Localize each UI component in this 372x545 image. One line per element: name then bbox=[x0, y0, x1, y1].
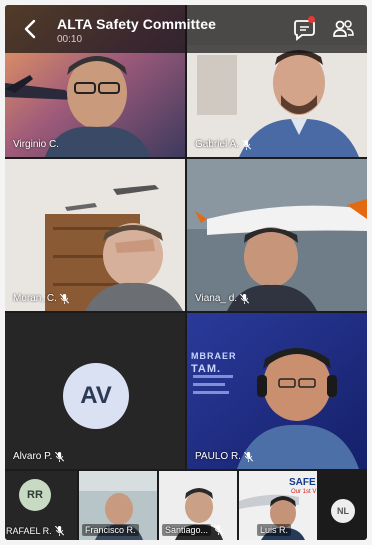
strip-tile-santiago[interactable]: Santiago... bbox=[159, 471, 237, 540]
participant-name-tag: Francisco R. bbox=[82, 524, 139, 536]
participant-name: Gabriel A. bbox=[195, 139, 239, 150]
participant-tile-paulo[interactable]: MBRAER TAM. PAULO R. bbox=[187, 313, 367, 469]
people-icon bbox=[333, 20, 354, 37]
avatar-initials: AV bbox=[80, 382, 112, 409]
meeting-header: ALTA Safety Committee 00:10 bbox=[5, 5, 367, 53]
participant-name-tag: Alvaro P. bbox=[13, 451, 65, 462]
overflow-participant-avatar[interactable]: NL bbox=[331, 499, 355, 523]
video-feed bbox=[187, 159, 367, 311]
notification-dot bbox=[308, 16, 315, 23]
participant-name: Santiago... bbox=[162, 524, 212, 536]
participant-tile-viana[interactable]: Viana_ d. bbox=[187, 159, 367, 311]
participant-tile-moran[interactable]: Moran, C. bbox=[5, 159, 185, 311]
participant-name-tag: Viana_ d. bbox=[195, 293, 250, 304]
video-feed bbox=[187, 313, 367, 469]
participant-name-tag: Gabriel A. bbox=[195, 139, 251, 150]
muted-mic-icon bbox=[214, 525, 224, 535]
participant-name: Francisco R. bbox=[82, 524, 139, 536]
participant-avatar: AV bbox=[63, 363, 129, 429]
strip-tile-francisco[interactable]: Francisco R. bbox=[79, 471, 157, 540]
participant-name-tag: RAFAEL R. bbox=[6, 526, 64, 536]
participant-tile-alvaro[interactable]: AV Alvaro P. bbox=[5, 313, 185, 469]
participant-name: Alvaro P. bbox=[13, 451, 53, 462]
participant-name: RAFAEL R. bbox=[6, 526, 52, 536]
participants-button[interactable] bbox=[331, 17, 357, 41]
participant-name: PAULO R. bbox=[195, 451, 241, 462]
muted-mic-icon bbox=[240, 293, 250, 304]
background-logo-text: SAFE bbox=[289, 477, 316, 488]
participant-name-tag: PAULO R. bbox=[195, 451, 253, 462]
participant-name-tag: Luis R. bbox=[257, 524, 292, 536]
participant-name: Viana_ d. bbox=[195, 293, 238, 304]
participant-name-tag: Virginio C. bbox=[13, 139, 59, 150]
strip-tile-luis[interactable]: SAFE Our 1st V Luis R. bbox=[239, 471, 317, 540]
participant-avatar: RR bbox=[19, 479, 51, 511]
muted-mic-icon bbox=[59, 293, 69, 304]
muted-mic-icon bbox=[241, 139, 251, 150]
participant-name: Luis R. bbox=[257, 524, 292, 536]
strip-tile-rafael[interactable]: RR RAFAEL R. bbox=[5, 471, 77, 540]
meeting-timer: 00:10 bbox=[57, 34, 83, 45]
back-button[interactable] bbox=[19, 17, 43, 41]
background-logo-text: MBRAER bbox=[191, 351, 237, 361]
background-logo-text: Our 1st V bbox=[291, 489, 317, 495]
avatar-initials: RR bbox=[27, 489, 43, 501]
participant-name-tag: Moran, C. bbox=[13, 293, 69, 304]
background-logo-text: TAM. bbox=[191, 363, 222, 375]
meeting-title: ALTA Safety Committee bbox=[57, 16, 216, 32]
chevron-left-icon bbox=[24, 19, 36, 39]
participant-name-tag: Santiago... bbox=[162, 524, 224, 536]
muted-mic-icon bbox=[54, 526, 64, 536]
video-feed bbox=[5, 159, 185, 311]
participant-name: Moran, C. bbox=[13, 293, 57, 304]
muted-mic-icon bbox=[243, 451, 253, 462]
participant-name: Virginio C. bbox=[13, 139, 59, 150]
muted-mic-icon bbox=[55, 451, 65, 462]
meeting-screen: Virginio C. Gabriel A. Moran, C. Viana_ … bbox=[5, 5, 367, 540]
chat-button[interactable] bbox=[292, 16, 318, 41]
avatar-initials: NL bbox=[337, 506, 349, 516]
